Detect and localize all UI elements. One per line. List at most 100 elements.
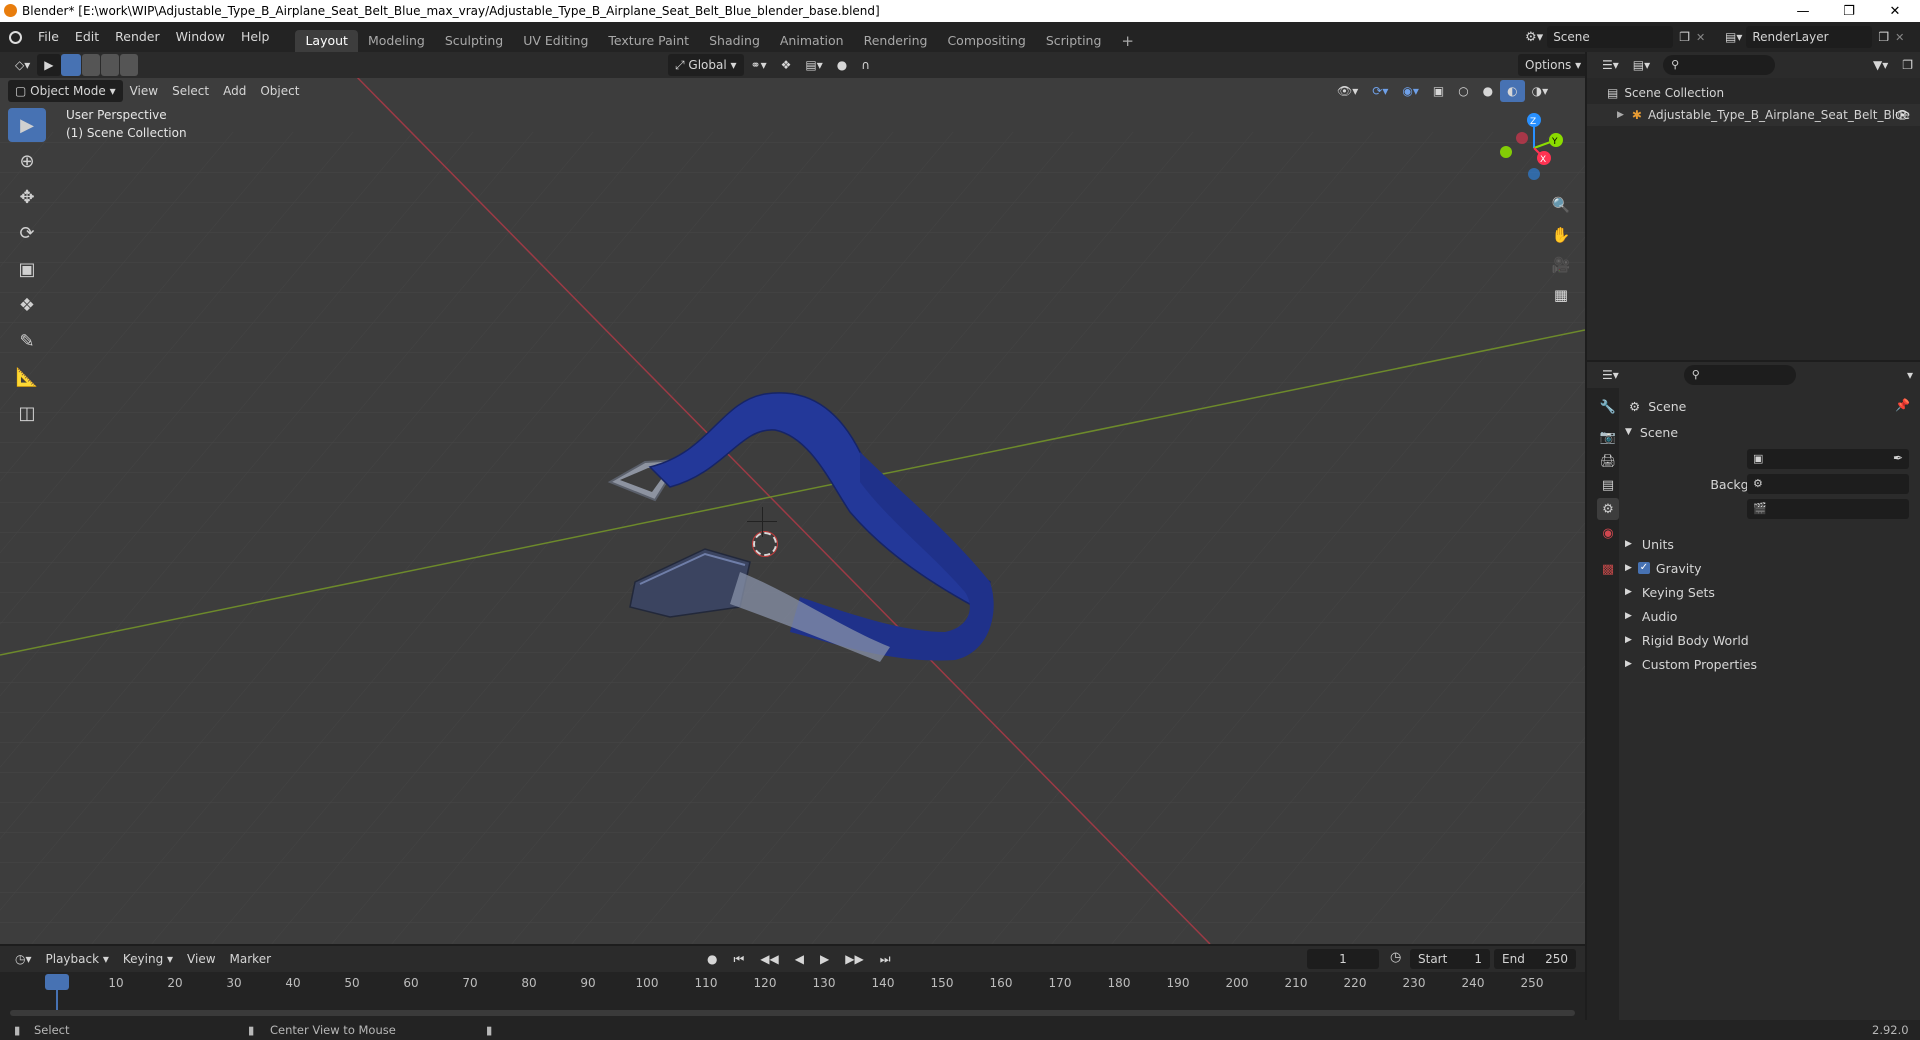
proportional-edit-icon[interactable]: ● (830, 54, 854, 76)
properties-options-icon[interactable]: ▾ (1900, 364, 1920, 386)
expand-arrow-icon[interactable]: ▶ (1617, 110, 1624, 120)
tab-sculpting[interactable]: Sculpting (435, 30, 513, 52)
tool-select-icon[interactable]: ▶ (37, 54, 61, 76)
menu-edit[interactable]: Edit (67, 22, 107, 52)
active-clip-field[interactable]: 🎬 (1747, 499, 1909, 519)
playhead[interactable] (45, 974, 69, 990)
editor-type-icon[interactable]: ◇▾ (8, 54, 37, 76)
gravity-checkbox[interactable]: ✓ (1637, 562, 1650, 574)
view-layer-properties-tab-icon[interactable]: ▤ (1597, 474, 1619, 496)
tab-modeling[interactable]: Modeling (358, 30, 435, 52)
outliner-item-seat-belt[interactable]: ▶ ✱ Adjustable_Type_B_Airplane_Seat_Belt… (1587, 104, 1920, 126)
menu-file[interactable]: File (30, 22, 67, 52)
add-cube-tool-icon[interactable]: ◫ (8, 396, 46, 430)
transform-orientation-dropdown[interactable]: ⤢ Global ▾ (668, 54, 744, 76)
new-collection-icon[interactable]: ❐ (1895, 54, 1920, 76)
select-mode-invert-icon[interactable] (119, 54, 138, 76)
render-properties-tab-icon[interactable]: 📷 (1597, 426, 1619, 448)
snap-target-icon[interactable]: ▤▾ (798, 54, 829, 76)
menu-window[interactable]: Window (168, 22, 233, 52)
minimize-icon[interactable]: — (1780, 0, 1826, 22)
navigation-gizmo[interactable]: Z Y X (1490, 108, 1570, 188)
options-button[interactable]: Options ▾ (1518, 54, 1585, 76)
subpanel-gravity[interactable]: ▶ ✓ Gravity (1625, 558, 1702, 578)
pivot-icon[interactable]: ⚭▾ (744, 54, 774, 76)
material-shading-icon[interactable]: ◐ (1500, 80, 1525, 102)
tab-animation[interactable]: Animation (770, 30, 854, 52)
restore-icon[interactable]: ❐ (1826, 0, 1872, 22)
world-properties-tab-icon[interactable]: ◉ (1597, 522, 1619, 544)
solid-shading-icon[interactable]: ● (1476, 80, 1500, 102)
annotate-tool-icon[interactable]: ✎ (8, 324, 46, 358)
select-box-tool-icon[interactable]: ▶ (8, 108, 46, 142)
viewport-menu-view[interactable]: View (123, 80, 165, 102)
tab-layout[interactable]: Layout (295, 30, 358, 52)
pan-hand-icon[interactable]: ✋ (1548, 222, 1574, 248)
delete-scene-icon[interactable]: ✕ (1696, 31, 1705, 44)
new-scene-icon[interactable]: ❐ (1679, 30, 1690, 44)
menu-render[interactable]: Render (107, 22, 168, 52)
tab-shading[interactable]: Shading (699, 30, 770, 52)
scale-tool-icon[interactable]: ▣ (8, 252, 46, 286)
outliner-filter-icon[interactable]: ▼▾ (1866, 54, 1895, 76)
snap-icon[interactable]: ❖ (774, 54, 799, 76)
select-mode-extend-icon[interactable] (81, 54, 100, 76)
outliner-display-mode-icon[interactable]: ▤▾ (1626, 54, 1657, 76)
output-properties-tab-icon[interactable]: 🖨 (1597, 450, 1619, 472)
outliner-scene-collection[interactable]: ▤ Scene Collection (1607, 86, 1724, 100)
timeline-ruler[interactable]: 10 20 30 40 50 60 70 80 90 100 110 120 130 140 150 160 1… (0, 946, 1585, 1020)
tab-compositing[interactable]: Compositing (937, 30, 1035, 52)
select-mode-new-icon[interactable] (60, 54, 81, 76)
falloff-icon[interactable]: ∩ (854, 54, 877, 76)
rendered-shading-icon[interactable]: ◑▾ (1525, 80, 1556, 102)
scene-name-field[interactable]: Scene (1547, 26, 1674, 48)
xray-icon[interactable]: ▣ (1426, 80, 1451, 102)
blender-menu-icon[interactable] (0, 30, 30, 44)
overlay-toggle-icon[interactable]: ◉▾ (1395, 80, 1426, 102)
delete-view-layer-icon[interactable]: ✕ (1895, 31, 1904, 44)
seat-belt-model[interactable] (560, 342, 1010, 682)
texture-properties-tab-icon[interactable]: ▩ (1597, 558, 1619, 580)
pin-icon[interactable]: 📌 (1895, 398, 1910, 412)
3d-viewport[interactable]: ◇▾ ▶ ⤢ Global ▾ ⚭▾ ❖ ▤▾ ● ∩ Options ▾ ▢ … (0, 52, 1585, 944)
subpanel-audio[interactable]: ▶ Audio (1625, 606, 1677, 626)
mode-dropdown[interactable]: ▢ Object Mode ▾ (8, 80, 123, 102)
scene-properties-tab-icon[interactable]: ⚙ (1597, 498, 1619, 520)
timeline-scrollbar[interactable] (10, 1010, 1575, 1016)
cursor-tool-icon[interactable]: ⊕ (8, 144, 46, 178)
tool-properties-tab-icon[interactable]: 🔧 (1597, 396, 1619, 418)
3d-cursor-icon[interactable] (752, 531, 778, 557)
eyedropper-icon[interactable]: ✒ (1893, 451, 1903, 465)
viewport-menu-select[interactable]: Select (165, 80, 216, 102)
subpanel-rigid-body-world[interactable]: ▶ Rigid Body World (1625, 630, 1749, 650)
zoom-icon[interactable]: 🔍 (1548, 192, 1574, 218)
tab-scripting[interactable]: Scripting (1036, 30, 1112, 52)
view-layer-selector[interactable]: ▤▾ RenderLayer ❐ ✕ (1725, 26, 1904, 48)
camera-view-icon[interactable]: 🎥 (1548, 252, 1574, 278)
transform-tool-icon[interactable]: ❖ (8, 288, 46, 322)
visibility-eye-icon[interactable]: 👁 (1895, 108, 1910, 122)
add-workspace-icon[interactable]: + (1111, 30, 1144, 52)
view-layer-name-field[interactable]: RenderLayer (1746, 26, 1873, 48)
rotate-tool-icon[interactable]: ⟳ (8, 216, 46, 250)
scene-selector[interactable]: ⚙▾ Scene ❐ ✕ (1525, 26, 1705, 48)
outliner-search-input[interactable]: ⚲ (1663, 55, 1776, 75)
outliner-editor-type-icon[interactable]: ☰▾ (1595, 54, 1626, 76)
tab-texture-paint[interactable]: Texture Paint (598, 30, 699, 52)
move-tool-icon[interactable]: ✥ (8, 180, 46, 214)
tab-uv-editing[interactable]: UV Editing (513, 30, 598, 52)
scene-panel-header[interactable]: ▼ Scene (1625, 422, 1678, 442)
close-icon[interactable]: ✕ (1872, 0, 1918, 22)
properties-search-input[interactable]: ⚲ (1683, 365, 1796, 385)
background-scene-field[interactable]: ⚙ (1747, 474, 1909, 494)
properties-editor-type-icon[interactable]: ☰▾ (1595, 364, 1626, 386)
wireframe-shading-icon[interactable]: ○ (1451, 80, 1475, 102)
viewport-menu-add[interactable]: Add (216, 80, 253, 102)
ortho-toggle-icon[interactable]: ▦ (1548, 282, 1574, 308)
measure-tool-icon[interactable]: 📐 (8, 360, 46, 394)
select-mode-subtract-icon[interactable] (100, 54, 119, 76)
subpanel-custom-properties[interactable]: ▶ Custom Properties (1625, 654, 1757, 674)
subpanel-units[interactable]: ▶ Units (1625, 534, 1674, 554)
menu-help[interactable]: Help (233, 22, 278, 52)
tab-rendering[interactable]: Rendering (854, 30, 938, 52)
